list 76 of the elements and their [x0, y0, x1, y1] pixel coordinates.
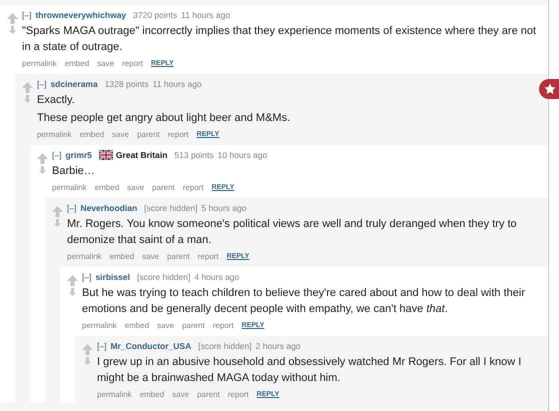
action-link[interactable]: parent — [152, 182, 175, 193]
action-link[interactable]: report — [122, 58, 143, 69]
action-link[interactable]: permalink — [22, 58, 57, 69]
action-link[interactable]: save — [142, 251, 160, 262]
star-button[interactable] — [539, 79, 559, 99]
downvote-icon[interactable] — [54, 219, 60, 227]
username-link[interactable]: grimr5 — [65, 149, 92, 161]
collapse-toggle[interactable]: [–] — [37, 78, 46, 90]
upvote-icon[interactable] — [6, 13, 18, 24]
upvote-icon[interactable] — [66, 275, 78, 286]
action-link[interactable]: embed — [80, 129, 104, 140]
action-link[interactable]: parent — [197, 389, 220, 400]
user-flair: Great Britain — [116, 149, 168, 161]
upvote-icon[interactable] — [22, 82, 32, 93]
downvote-icon[interactable] — [8, 26, 16, 34]
action-link[interactable]: permalink — [67, 251, 102, 262]
action-link[interactable]: permalink — [82, 320, 117, 331]
score-text: 513 points — [174, 149, 214, 161]
action-link[interactable]: embed — [140, 389, 164, 400]
collapse-toggle[interactable]: [–] — [67, 202, 76, 214]
action-link[interactable]: permalink — [52, 182, 87, 193]
username-link[interactable]: sirbissel — [95, 271, 130, 283]
action-link[interactable]: report — [212, 320, 234, 331]
collapse-toggle[interactable]: [–] — [52, 149, 62, 161]
action-link[interactable]: save — [172, 389, 190, 400]
action-link[interactable]: save — [112, 129, 130, 140]
username-link[interactable]: sdcinerama — [50, 78, 98, 90]
collapse-toggle[interactable]: [–] — [22, 9, 32, 21]
action-link[interactable]: save — [127, 182, 144, 193]
action-link[interactable]: embed — [94, 182, 120, 193]
action-link[interactable]: embed — [110, 251, 134, 262]
comment-text: Exactly. — [37, 93, 76, 108]
flag-icon — [98, 150, 113, 160]
score-text: [score hidden] — [144, 202, 198, 214]
comment-text: "Sparks MAGA outrage" incorrectly implies that they experience moments of existence where they are not in a state of outrage. — [22, 24, 538, 55]
timestamp: 4 hours ago — [194, 271, 240, 283]
timestamp: 11 hours ago — [152, 78, 202, 90]
downvote-icon[interactable] — [24, 95, 30, 103]
action-link[interactable]: report — [228, 389, 249, 400]
action-link[interactable]: permalink — [97, 389, 132, 400]
action-link[interactable]: parent — [167, 251, 190, 262]
action-link[interactable]: parent — [137, 129, 160, 140]
username-link[interactable]: Mr_Conductor_USA — [110, 340, 192, 352]
action-link[interactable]: permalink — [37, 129, 72, 140]
star-icon — [544, 83, 556, 95]
action-link[interactable]: save — [157, 320, 174, 331]
score-text: 1328 points — [104, 78, 149, 90]
score-text: 3720 points — [133, 9, 178, 21]
comment-text: These people get angry about light beer and M&Ms. — [37, 111, 292, 126]
timestamp: 2 hours ago — [256, 340, 301, 352]
timestamp: 11 hours ago — [181, 9, 230, 21]
comment-text: But he was trying to teach children to believe they're cared about and how to deal with their emotions and be generally decent people with empathy, we can't have that. — [82, 286, 526, 317]
action-link[interactable]: embed — [64, 58, 90, 69]
upvote-icon[interactable] — [82, 344, 92, 355]
collapse-toggle[interactable]: [–] — [97, 340, 106, 352]
comment-text: Mr. Rogers. You know someone's political views are well and truly deranged when they try to demonize that saint of a man. — [67, 217, 518, 248]
action-link[interactable]: parent — [182, 320, 205, 331]
action-link[interactable]: embed — [124, 320, 150, 331]
action-link[interactable]: report — [168, 129, 189, 140]
username-link[interactable]: throwneverywhichway — [35, 9, 126, 21]
downvote-icon[interactable] — [68, 288, 76, 296]
timestamp: 5 hours ago — [202, 202, 246, 214]
action-link[interactable]: report — [198, 251, 219, 262]
downvote-icon[interactable] — [38, 166, 46, 174]
comment-text: I grew up in an abusive household and obsessively watched Mr Rogers. For all I know I might be a brainwashed MAGA today without him. — [97, 355, 522, 386]
score-text: [score hidden] — [198, 340, 252, 352]
collapse-toggle[interactable]: [–] — [82, 271, 92, 283]
comment-text: Barbie… — [52, 164, 96, 179]
timestamp: 10 hours ago — [218, 149, 268, 161]
username-link[interactable]: Neverhoodian — [80, 202, 138, 214]
score-text: [score hidden] — [136, 271, 190, 283]
upvote-icon[interactable] — [52, 206, 62, 217]
action-link[interactable]: report — [182, 182, 204, 193]
downvote-icon[interactable] — [84, 357, 90, 365]
upvote-icon[interactable] — [36, 153, 48, 164]
action-link[interactable]: save — [97, 58, 114, 69]
